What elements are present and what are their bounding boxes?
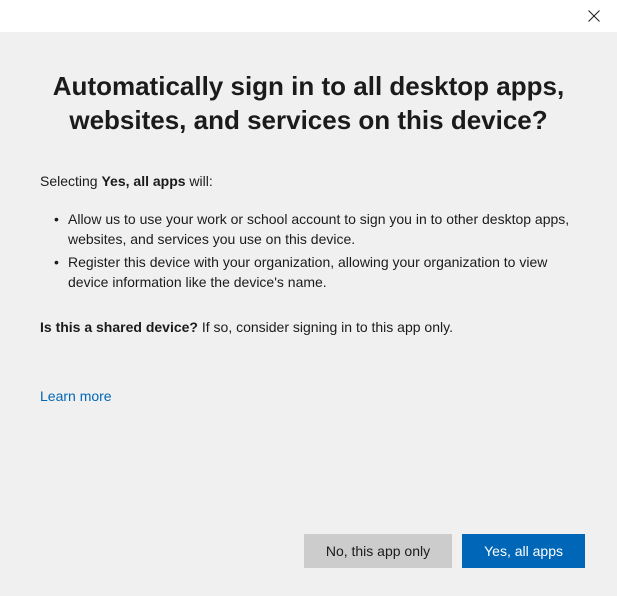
shared-rest: If so, consider signing in to this app o… [198,319,453,335]
bullet-list: Allow us to use your work or school acco… [40,209,577,292]
list-item: Allow us to use your work or school acco… [50,209,577,250]
intro-text: Selecting Yes, all apps will: [40,172,577,192]
yes-all-apps-button[interactable]: Yes, all apps [462,534,585,568]
close-icon [588,10,600,22]
titlebar [0,0,617,32]
shared-device-text: Is this a shared device? If so, consider… [40,318,577,338]
no-this-app-only-button[interactable]: No, this app only [304,534,452,568]
learn-more-link[interactable]: Learn more [40,388,112,404]
intro-bold: Yes, all apps [101,173,185,189]
shared-bold: Is this a shared device? [40,319,198,335]
list-item: Register this device with your organizat… [50,252,577,293]
intro-suffix: will: [186,173,213,189]
dialog-footer: No, this app only Yes, all apps [304,534,585,568]
close-button[interactable] [571,0,617,32]
dialog-content: Automatically sign in to all desktop app… [0,32,617,406]
intro-prefix: Selecting [40,173,101,189]
dialog-heading: Automatically sign in to all desktop app… [40,70,577,138]
